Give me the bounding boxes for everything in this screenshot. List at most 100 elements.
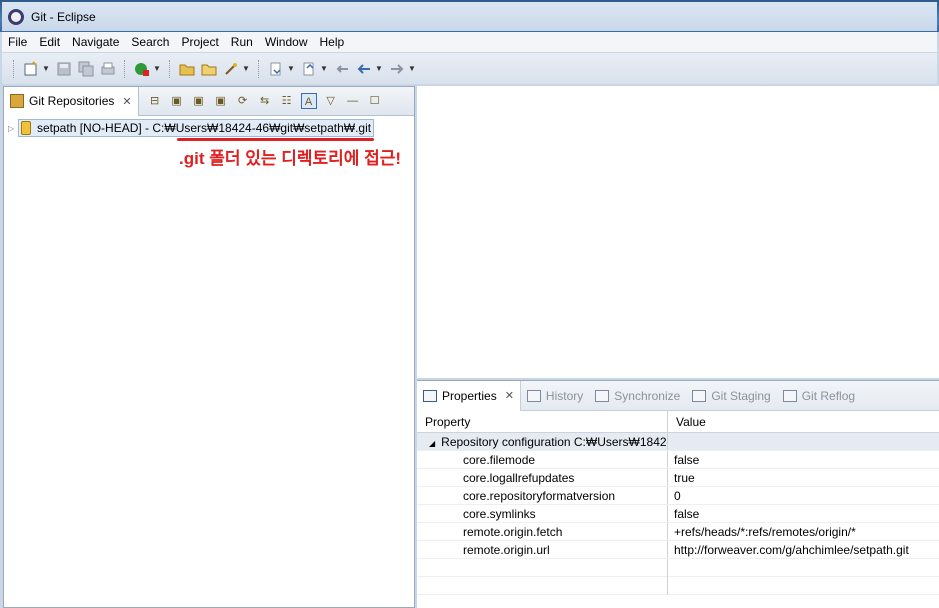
category-text: Repository configuration C:₩Users₩18424: [441, 435, 668, 449]
editor-area: [417, 86, 939, 378]
empty-cell: [417, 559, 668, 577]
title-bar: Git - Eclipse: [0, 0, 939, 32]
annotation-underline: [177, 138, 374, 141]
empty-cell: [668, 559, 939, 577]
empty-row: [417, 559, 939, 577]
refresh-icon[interactable]: ⟳: [235, 93, 251, 109]
history-icon: [526, 389, 541, 402]
menu-edit[interactable]: Edit: [33, 35, 66, 49]
tab-properties-label: Properties: [442, 388, 497, 403]
property-key: core.symlinks: [417, 505, 668, 522]
tab-git-repositories-label: Git Repositories: [29, 94, 115, 108]
last-edit-icon[interactable]: [334, 61, 350, 77]
property-value: 0: [674, 489, 681, 503]
properties-icon: [423, 389, 437, 402]
hierarchical-layout-icon[interactable]: ☷: [279, 93, 295, 109]
forward-icon[interactable]: [389, 61, 405, 77]
maximize-icon[interactable]: ☐: [367, 93, 383, 109]
repository-label: setpath [NO-HEAD] - C:₩Users₩18424-46₩gi…: [37, 121, 372, 135]
empty-cell: [417, 577, 668, 595]
save-icon[interactable]: [56, 61, 72, 77]
category-value: [668, 433, 939, 450]
open-folder-icon[interactable]: [201, 61, 217, 77]
collapse-icon[interactable]: ◢: [429, 439, 435, 448]
tab-synchronize[interactable]: Synchronize: [589, 381, 686, 411]
table-row[interactable]: remote.origin.url http://forweaver.com/g…: [417, 541, 939, 559]
table-header: Property Value: [417, 411, 939, 433]
menu-navigate[interactable]: Navigate: [66, 35, 125, 49]
menu-help[interactable]: Help: [314, 35, 351, 49]
eclipse-icon: [8, 8, 24, 25]
tab-properties[interactable]: Properties ✕: [417, 380, 521, 411]
next-annotation-dropdown-icon[interactable]: ▼: [287, 64, 295, 73]
table-row[interactable]: core.repositoryformatversion 0: [417, 487, 939, 505]
prev-annotation-icon[interactable]: [301, 61, 317, 77]
debug-dropdown-icon[interactable]: ▼: [153, 64, 161, 73]
close-icon[interactable]: ✕: [122, 95, 131, 108]
tab-git-staging[interactable]: Git Staging: [686, 381, 776, 411]
next-annotation-icon[interactable]: [268, 61, 284, 77]
git-repositories-view: Git Repositories ✕ ⊟ ▣ ▣ ▣ ⟳ ⇆ ☷ A ▽ — ☐…: [3, 86, 415, 608]
tab-git-repositories[interactable]: Git Repositories ✕: [4, 86, 139, 116]
empty-row: [417, 577, 939, 595]
close-icon[interactable]: ✕: [505, 389, 514, 402]
properties-view: Properties ✕ History Synchronize Git Sta…: [417, 380, 939, 608]
property-key: remote.origin.url: [417, 541, 668, 558]
open-type-icon[interactable]: [179, 61, 195, 77]
property-value: false: [674, 507, 700, 521]
create-repository-icon[interactable]: ▣: [213, 93, 229, 109]
table-row[interactable]: core.symlinks false: [417, 505, 939, 523]
repository-item-selected[interactable]: setpath [NO-HEAD] - C:₩Users₩18424-46₩gi…: [18, 119, 375, 137]
save-all-icon[interactable]: [78, 61, 94, 77]
back-dropdown-icon[interactable]: ▼: [375, 64, 383, 73]
toolbar-separator: [169, 59, 171, 78]
property-key: core.repositoryformatversion: [417, 487, 668, 504]
tab-history[interactable]: History: [521, 381, 589, 411]
table-row[interactable]: remote.origin.fetch +refs/heads/*:refs/r…: [417, 523, 939, 541]
toolbar-separator: [124, 59, 126, 78]
collapse-all-icon[interactable]: ⊟: [147, 93, 163, 109]
menu-project[interactable]: Project: [175, 35, 224, 49]
menu-bar: File Edit Navigate Search Project Run Wi…: [2, 32, 937, 52]
print-icon[interactable]: [100, 61, 116, 77]
link-with-selection-icon[interactable]: ⇆: [257, 93, 273, 109]
column-header-property[interactable]: Property: [417, 411, 668, 432]
repository-tree: ▷ setpath [NO-HEAD] - C:₩Users₩18424-46₩…: [4, 116, 414, 137]
show-properties-icon[interactable]: A: [300, 93, 317, 109]
back-icon[interactable]: [356, 61, 372, 77]
bottom-tabbar: Properties ✕ History Synchronize Git Sta…: [417, 380, 939, 411]
forward-dropdown-icon[interactable]: ▼: [408, 64, 416, 73]
add-repository-icon[interactable]: ▣: [169, 93, 185, 109]
toolbar-separator: [13, 59, 15, 78]
window-title: Git - Eclipse: [31, 9, 96, 24]
property-key: core.filemode: [417, 451, 668, 468]
git-reflog-icon: [782, 389, 797, 402]
tab-git-reflog[interactable]: Git Reflog: [777, 381, 861, 411]
menu-file[interactable]: File: [2, 35, 33, 49]
wand-dropdown-icon[interactable]: ▼: [242, 64, 250, 73]
tab-synchronize-label: Synchronize: [614, 388, 681, 403]
menu-window[interactable]: Window: [259, 35, 314, 49]
git-repository-icon: [10, 94, 24, 108]
view-menu-icon[interactable]: ▽: [323, 93, 339, 109]
column-header-value[interactable]: Value: [668, 411, 939, 432]
new-dropdown-icon[interactable]: ▼: [42, 64, 50, 73]
table-row[interactable]: core.filemode false: [417, 451, 939, 469]
tree-item[interactable]: ▷ setpath [NO-HEAD] - C:₩Users₩18424-46₩…: [4, 119, 414, 137]
wand-icon[interactable]: [223, 61, 239, 77]
synchronize-icon: [595, 389, 610, 402]
category-row[interactable]: ◢ Repository configuration C:₩Users₩18424: [417, 433, 939, 451]
property-key: remote.origin.fetch: [417, 523, 668, 540]
debug-icon[interactable]: [134, 61, 150, 77]
menu-run[interactable]: Run: [225, 35, 259, 49]
expand-icon[interactable]: ▷: [8, 124, 18, 133]
table-row[interactable]: core.logallrefupdates true: [417, 469, 939, 487]
property-value: +refs/heads/*:refs/remotes/origin/*: [674, 525, 856, 539]
clone-repository-icon[interactable]: ▣: [191, 93, 207, 109]
repository-icon: [21, 121, 31, 135]
minimize-icon[interactable]: —: [345, 93, 361, 109]
menu-search[interactable]: Search: [125, 35, 175, 49]
prev-annotation-dropdown-icon[interactable]: ▼: [320, 64, 328, 73]
new-icon[interactable]: [23, 60, 39, 77]
tab-git-reflog-label: Git Reflog: [801, 388, 856, 403]
